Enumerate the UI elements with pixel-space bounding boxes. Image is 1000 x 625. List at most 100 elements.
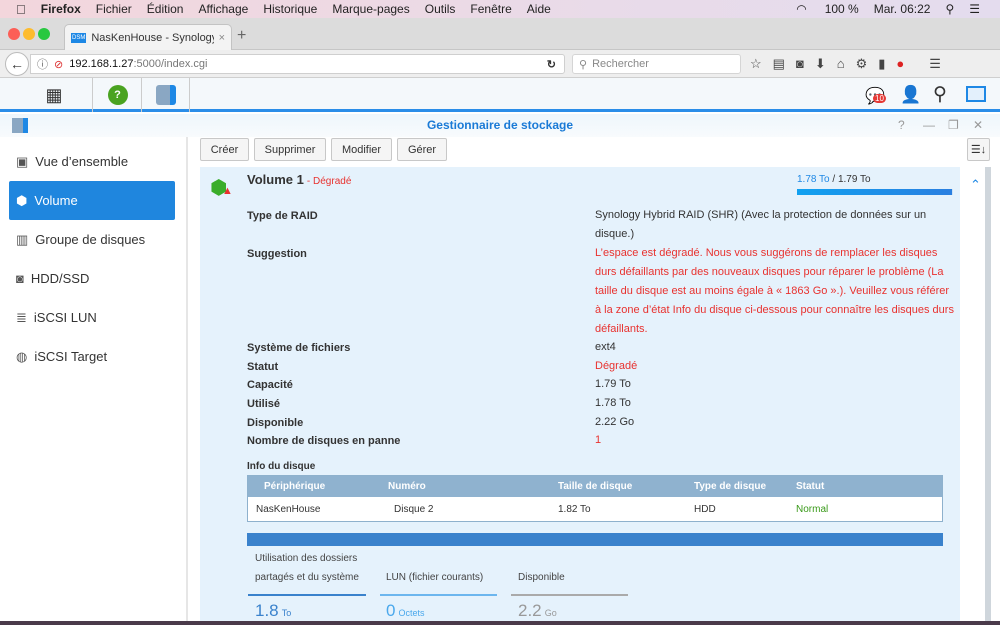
usage-unit: To (282, 608, 292, 618)
manage-button[interactable]: Gérer (397, 138, 447, 161)
sort-button[interactable]: ☰↓ (967, 138, 990, 161)
menu-fenetre[interactable]: Fenêtre (470, 2, 511, 16)
available-label: Disponible (247, 417, 303, 429)
hamburger-menu-icon[interactable]: ☰ (929, 56, 941, 72)
clipboard-icon[interactable]: ▮ (878, 56, 885, 72)
search-icon: ⚲ (579, 58, 587, 71)
reading-list-icon[interactable]: ▤ (773, 56, 785, 72)
disk-info-title: Info du disque (247, 461, 315, 472)
usage-unit: Octets (399, 608, 425, 618)
adblock-icon[interactable]: ● (896, 56, 904, 72)
menu-outils[interactable]: Outils (425, 2, 456, 16)
dsm-taskbar: ▦ ? 💬10 👤 ⚲ (0, 78, 1000, 112)
user-icon[interactable]: 👤 (900, 85, 921, 105)
cell-number: Disque 2 (388, 497, 558, 521)
apple-icon[interactable]:  (16, 2, 26, 17)
menu-edition[interactable]: Édition (147, 2, 184, 16)
menu-app[interactable]: Firefox (41, 2, 81, 16)
delete-button[interactable]: Supprimer (254, 138, 326, 161)
sidebar-item-volume[interactable]: ⬢ Volume (9, 181, 175, 220)
widgets-icon[interactable] (966, 86, 986, 102)
column-header[interactable]: Type de disque (694, 476, 796, 497)
help-window-button[interactable]: ? (898, 114, 905, 137)
close-tab-icon[interactable]: × (219, 32, 225, 44)
window-titlebar: Gestionnaire de stockage ? — ❐ ✕ (0, 114, 1000, 137)
available-value: 2.22 Go (595, 413, 955, 432)
desktop-edge (0, 621, 1000, 625)
disk-info-table: Périphérique Numéro Taille de disque Typ… (247, 475, 943, 522)
cell-device: NasKenHouse (248, 497, 388, 521)
spotlight-icon[interactable]: ⚲ (945, 2, 954, 16)
sidebar-item-hdd-ssd[interactable]: ◙HDD/SSD (9, 259, 175, 298)
sidebar-item-overview[interactable]: ▣Vue d’ensemble (9, 142, 175, 181)
storage-manager-icon (156, 85, 176, 105)
clock[interactable]: Mar. 06:22 (874, 2, 931, 16)
globe-icon: ◍ (16, 349, 27, 365)
cell-type: HDD (694, 497, 796, 521)
restore-button[interactable]: ❐ (948, 114, 959, 137)
list-icon[interactable]: ☰ (969, 2, 980, 16)
sidebar-item-label: Volume (34, 193, 77, 208)
volume-icon: ⬢ (16, 193, 27, 209)
menu-affichage[interactable]: Affichage (198, 2, 248, 16)
new-tab-button[interactable]: + (237, 27, 246, 45)
failed-disks-label: Nombre de disques en panne (247, 435, 400, 447)
table-row[interactable]: NasKenHouse Disque 2 1.82 To HDD Normal (248, 497, 942, 521)
dsm-favicon-icon: DSM (71, 33, 86, 43)
column-header[interactable]: Statut (796, 476, 942, 497)
menu-fichier[interactable]: Fichier (96, 2, 132, 16)
notifications-icon[interactable]: 💬10 (865, 86, 885, 106)
usage-divider (511, 594, 628, 596)
menu-marque-pages[interactable]: Marque-pages (332, 2, 409, 16)
menu-historique[interactable]: Historique (263, 2, 317, 16)
create-button[interactable]: Créer (200, 138, 249, 161)
search-placeholder: Rechercher (592, 58, 649, 70)
volume-total: / 1.79 To (832, 174, 870, 185)
help-icon: ? (108, 85, 128, 105)
scrollbar[interactable] (985, 167, 991, 625)
sidebar-item-label: iSCSI Target (34, 349, 107, 364)
info-icon[interactable]: ⓘ (37, 56, 48, 72)
sidebar-item-iscsi-target[interactable]: ◍ iSCSI Target (9, 337, 175, 376)
main-menu-icon[interactable]: ▦ (16, 78, 93, 112)
search-icon[interactable]: ⚲ (933, 83, 947, 106)
url-bar[interactable]: ⓘ ⊘ 192.168.1.27:5000/index.cgi ↻ (30, 54, 565, 74)
reload-icon[interactable]: ↻ (547, 58, 556, 71)
column-header[interactable]: Périphérique (248, 476, 388, 497)
usage-bar (797, 189, 953, 195)
sidebar-item-disk-group[interactable]: ▥Groupe de disques (9, 220, 175, 259)
search-input[interactable]: ⚲ Rechercher (572, 54, 741, 74)
pocket-icon[interactable]: ◙ (796, 56, 804, 72)
modify-button[interactable]: Modifier (331, 138, 392, 161)
zoom-window-button[interactable] (38, 28, 50, 40)
extension-icon[interactable]: ⚙ (856, 56, 868, 72)
bookmark-star-icon[interactable]: ☆ (750, 56, 762, 72)
column-header[interactable]: Taille de disque (558, 476, 694, 497)
home-icon[interactable]: ⌂ (837, 56, 845, 72)
help-button[interactable]: ? (94, 78, 142, 112)
volume-status: - Dégradé (307, 176, 351, 187)
tab-bar: DSM NasKenHouse - Synology Dis × + (0, 18, 1000, 50)
notification-badge: 10 (873, 94, 886, 103)
menu-aide[interactable]: Aide (527, 2, 551, 16)
column-header[interactable]: Numéro (388, 476, 558, 497)
hdd-icon: ◙ (16, 271, 24, 286)
sidebar-item-iscsi-lun[interactable]: ≣iSCSI LUN (9, 298, 175, 337)
battery-status[interactable]: 100 % (825, 2, 859, 16)
storage-manager-taskbar-button[interactable] (142, 78, 190, 112)
close-button[interactable]: ✕ (973, 114, 983, 137)
download-icon[interactable]: ⬇ (815, 56, 826, 72)
wifi-icon[interactable]: ◠ (796, 2, 806, 16)
minimize-window-button[interactable] (23, 28, 35, 40)
collapse-icon[interactable]: ⌃ (970, 177, 981, 193)
usage-unit: Go (545, 608, 557, 618)
browser-tab[interactable]: DSM NasKenHouse - Synology Dis × (64, 24, 232, 50)
usage-value: 0 (386, 601, 395, 620)
filesystem-label: Système de fichiers (247, 342, 350, 354)
close-window-button[interactable] (8, 28, 20, 40)
filesystem-value: ext4 (595, 338, 955, 357)
back-button[interactable]: ← (5, 52, 29, 76)
storage-manager-icon (12, 118, 28, 133)
minimize-button[interactable]: — (923, 114, 935, 137)
sidebar-item-label: Vue d’ensemble (35, 154, 128, 169)
